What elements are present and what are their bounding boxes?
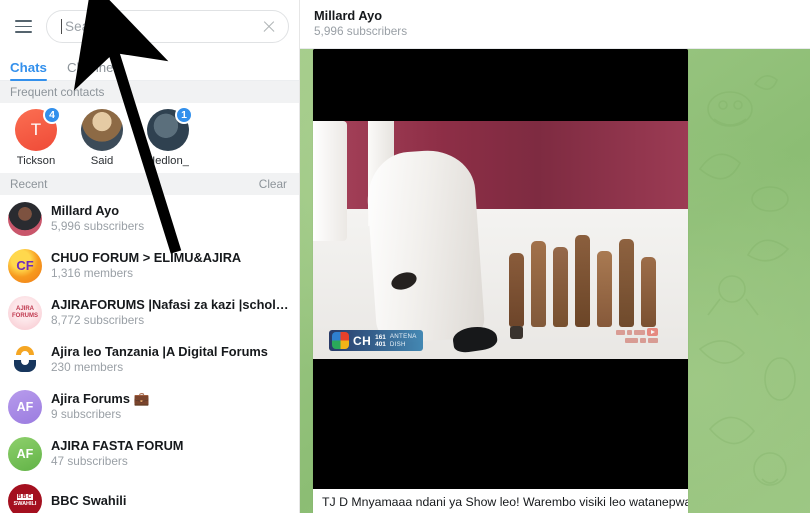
list-item[interactable]: AJIRA FORUMS AJIRAFORUMS |Nafasi za kazi …: [0, 289, 299, 336]
search-input[interactable]: Search: [46, 10, 289, 43]
avatar: AJIRA FORUMS: [8, 295, 42, 330]
avatar: [8, 201, 42, 236]
avatar: BBC SWAHILI: [8, 483, 42, 513]
frequent-contact-label: Said: [90, 155, 114, 167]
frequent-contacts-header: Frequent contacts: [0, 81, 299, 103]
frequent-contacts-list: T 4 Tickson Said 1 Hedlon_: [0, 103, 299, 173]
tab-chats[interactable]: Chats: [10, 60, 47, 81]
avatar-initials: AJIRA FORUMS: [12, 305, 38, 319]
text-cursor: [61, 19, 62, 34]
sidebar-tabs: Chats Channels: [0, 53, 299, 81]
frequent-contacts-label: Frequent contacts: [10, 85, 105, 99]
channel-logo-icon: [332, 332, 349, 349]
close-icon[interactable]: [260, 18, 278, 36]
chat-background: CH 161 401 ANTENA DISH TJ D Mnyamaaa nda…: [300, 49, 810, 513]
frequent-contact-label: Tickson: [16, 155, 56, 167]
list-item[interactable]: AF AJIRA FASTA FORUM 47 subscribers: [0, 430, 299, 477]
list-item[interactable]: AF Ajira Forums 💼 9 subscribers: [0, 383, 299, 430]
list-item-text: BBC Swahili: [51, 493, 289, 509]
list-item-title: Ajira Forums 💼: [51, 391, 150, 406]
unread-badge: 4: [43, 106, 61, 124]
media-message-bubble[interactable]: CH 161 401 ANTENA DISH TJ D Mnyamaaa nda…: [313, 49, 688, 513]
chat-title: Millard Ayo: [314, 8, 383, 23]
ajira-leo-logo-icon: [14, 345, 36, 372]
list-item-title: AJIRAFORUMS |Nafasi za kazi |scholarshi…: [51, 297, 289, 312]
audience-legs: [509, 235, 656, 339]
list-item-text: AJIRA FASTA FORUM 47 subscribers: [51, 438, 289, 469]
recent-label: Recent: [10, 177, 48, 191]
list-item-subtitle: 1,316 members: [51, 266, 133, 280]
avatar-initials: CF: [16, 258, 34, 273]
list-item-subtitle: 230 members: [51, 360, 124, 374]
frequent-contact-tickson[interactable]: T 4 Tickson: [8, 106, 64, 167]
frequent-contact-hedlon[interactable]: 1 Hedlon_: [140, 106, 196, 167]
list-item-title: Millard Ayo: [51, 203, 120, 218]
list-item-title: Ajira leo Tanzania |A Digital Forums: [51, 344, 268, 359]
watermark-labels: ANTENA DISH: [390, 333, 417, 348]
frequent-contact-said[interactable]: Said: [74, 109, 130, 167]
list-item-title: CHUO FORUM > ELIMU&AJIRA: [51, 250, 242, 265]
message-caption: TJ D Mnyamaaa ndani ya Show leo! Warembo…: [322, 495, 688, 509]
avatar-initials: SWAHILI: [13, 501, 37, 507]
list-item[interactable]: Millard Ayo 5,996 subscribers: [0, 195, 299, 242]
clear-recent-button[interactable]: Clear: [259, 177, 287, 191]
list-item[interactable]: Ajira leo Tanzania |A Digital Forums 230…: [0, 336, 299, 383]
avatar-initials: AF: [16, 399, 34, 414]
list-item-subtitle: 9 subscribers: [51, 407, 122, 421]
video-thumbnail[interactable]: CH 161 401 ANTENA DISH: [313, 49, 688, 489]
avatar: 1: [147, 106, 193, 151]
list-item-text: Millard Ayo 5,996 subscribers: [51, 203, 289, 234]
avatar: [81, 109, 123, 151]
avatar-initials: AF: [16, 446, 34, 461]
avatar: AF: [8, 389, 42, 424]
letterbox: [313, 359, 688, 489]
telegram-app-window: Search Chats Channels Frequent contacts …: [0, 0, 810, 513]
watermark-num-bottom: 401: [375, 340, 386, 348]
avatar: [8, 342, 42, 377]
watermark-channel: CH: [353, 333, 372, 348]
recent-header: Recent Clear: [0, 173, 299, 195]
search-placeholder: Search: [65, 19, 109, 34]
avatar: CF: [8, 248, 42, 283]
chat-subtitle: 5,996 subscribers: [314, 24, 408, 38]
tab-channels[interactable]: Channels: [67, 60, 123, 80]
hamburger-menu-icon[interactable]: [6, 10, 40, 44]
list-item-subtitle: 5,996 subscribers: [51, 219, 145, 233]
search-row: Search: [0, 0, 299, 53]
chat-panel: Millard Ayo 5,996 subscribers CH 161 401…: [300, 0, 810, 513]
list-item-title: AJIRA FASTA FORUM: [51, 438, 184, 453]
avatar-initial: T: [30, 120, 42, 139]
list-item-text: AJIRAFORUMS |Nafasi za kazi |scholarshi……: [51, 297, 289, 328]
tv-channel-watermark: CH 161 401 ANTENA DISH: [329, 330, 423, 351]
watermark-numbers: 161 401: [375, 334, 386, 348]
video-frame-content: CH 161 401 ANTENA DISH: [313, 121, 688, 359]
sidebar: Search Chats Channels Frequent contacts …: [0, 0, 300, 513]
list-item-title: BBC Swahili: [51, 492, 127, 508]
bbc-logo-icon: BBC: [16, 494, 34, 500]
list-item-text: Ajira Forums 💼 9 subscribers: [51, 391, 289, 422]
youtube-watermark-icon: [616, 328, 658, 343]
list-item-subtitle: 8,772 subscribers: [51, 313, 145, 327]
list-item-text: CHUO FORUM > ELIMU&AJIRA 1,316 members: [51, 250, 289, 281]
frequent-contact-label: Hedlon_: [146, 155, 190, 167]
list-item[interactable]: BBC SWAHILI BBC Swahili: [0, 477, 299, 513]
letterbox: [313, 49, 688, 121]
list-item[interactable]: CF CHUO FORUM > ELIMU&AJIRA 1,316 member…: [0, 242, 299, 289]
watermark-label-top: ANTENA: [389, 333, 417, 340]
watermark-num-top: 161: [375, 333, 386, 341]
avatar: AF: [8, 436, 42, 471]
list-item-subtitle: 47 subscribers: [51, 454, 128, 468]
recent-chats-list: Millard Ayo 5,996 subscribers CF CHUO FO…: [0, 195, 299, 513]
unread-badge: 1: [175, 106, 193, 124]
chat-header[interactable]: Millard Ayo 5,996 subscribers: [300, 0, 810, 49]
watermark-label-bottom: DISH: [389, 340, 406, 348]
avatar: T 4: [15, 106, 61, 151]
list-item-text: Ajira leo Tanzania |A Digital Forums 230…: [51, 344, 289, 375]
